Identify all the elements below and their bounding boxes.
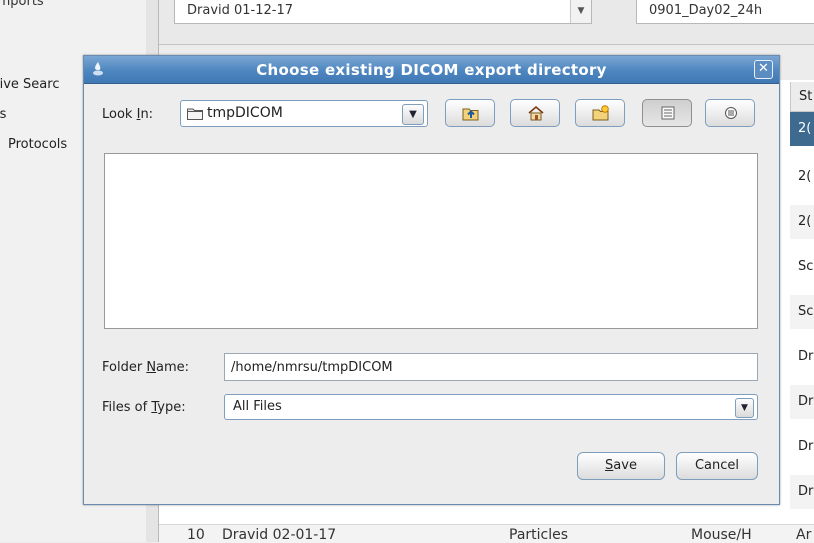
nav-cut-label: ımports [0, 0, 44, 9]
table-cell[interactable]: Sc [790, 250, 814, 284]
filter-bar: Dravid 01-12-17 ▼ 0901_Day02_24h [159, 0, 814, 45]
table-cell[interactable]: Dr [790, 475, 814, 509]
row-type: Particles [509, 527, 569, 543]
look-in-combo[interactable]: tmpDICOM ▼ [180, 100, 428, 127]
files-of-type-value: All Files [233, 399, 282, 414]
save-label: ave [613, 458, 637, 473]
folder-name-mnemonic: N [146, 360, 157, 375]
nav-item-live-search[interactable]: iive Searc [0, 77, 59, 92]
folder-name-input[interactable]: /home/nmrsu/tmpDICOM [224, 353, 758, 381]
chevron-down-icon[interactable]: ▼ [570, 0, 591, 23]
look-in-label: Look In: [102, 107, 153, 122]
chevron-down-icon[interactable]: ▼ [735, 398, 754, 418]
files-of-type-combo[interactable]: All Files ▼ [224, 394, 758, 420]
table-cell[interactable]: Sc [790, 295, 814, 329]
table-cell[interactable]: Dr [790, 385, 814, 419]
list-view-icon [661, 106, 675, 120]
folder-icon [187, 108, 203, 120]
cancel-button[interactable]: Cancel [676, 452, 758, 480]
nav-item-files[interactable]: ıs [0, 107, 6, 122]
directory-list[interactable] [104, 153, 758, 329]
session-combo[interactable]: Dravid 01-12-17 ▼ [174, 0, 592, 24]
up-one-level-button[interactable] [445, 99, 495, 127]
list-view-button[interactable] [642, 99, 692, 127]
home-button[interactable] [510, 99, 560, 127]
home-icon [528, 105, 544, 121]
files-of-type-label-suffix: ype: [157, 400, 186, 415]
series-combo-value: 0901_Day02_24h [649, 3, 763, 18]
up-folder-icon [462, 108, 479, 121]
row-index: 10 [187, 527, 205, 543]
table-row[interactable]: 10 Dravid 02-01-17 Particles Mouse/H Ar [159, 524, 814, 543]
row-last: Ar [796, 527, 812, 543]
row-species: Mouse/H [691, 527, 752, 543]
choose-directory-dialog: Choose existing DICOM export directory ✕… [83, 55, 780, 505]
table-cell[interactable]: 2( [790, 112, 814, 146]
table-cell[interactable]: Dr [790, 340, 814, 374]
look-in-label-text: Look [102, 107, 137, 122]
folder-name-label-text: Folder [102, 360, 147, 375]
look-in-label-suffix: n: [140, 107, 154, 122]
dialog-titlebar[interactable]: Choose existing DICOM export directory ✕ [84, 56, 779, 84]
nav-item-protocols[interactable]: Protocols [8, 137, 67, 152]
table-cell[interactable]: 2( [790, 160, 814, 194]
folder-name-label-suffix: ame: [156, 360, 190, 375]
table-column-header[interactable]: St [790, 82, 814, 112]
save-button[interactable]: Save [577, 452, 665, 480]
series-combo[interactable]: 0901_Day02_24h [636, 0, 814, 24]
row-name: Dravid 02-01-17 [222, 527, 337, 543]
session-combo-value: Dravid 01-12-17 [187, 3, 294, 18]
dialog-title: Choose existing DICOM export directory [256, 61, 607, 79]
files-of-type-label: Files of Type: [102, 400, 186, 415]
look-in-value: tmpDICOM [207, 105, 283, 121]
files-of-type-label-text: Files of [102, 400, 152, 415]
details-view-icon [725, 107, 737, 119]
table-cell[interactable]: 2( [790, 205, 814, 239]
new-folder-icon [592, 105, 609, 121]
new-folder-button[interactable] [575, 99, 625, 127]
table-cell[interactable]: Dr [790, 430, 814, 464]
folder-name-label: Folder Name: [102, 360, 189, 375]
close-icon[interactable]: ✕ [754, 60, 773, 79]
chevron-down-icon[interactable]: ▼ [402, 104, 424, 125]
details-view-button[interactable] [705, 99, 755, 127]
